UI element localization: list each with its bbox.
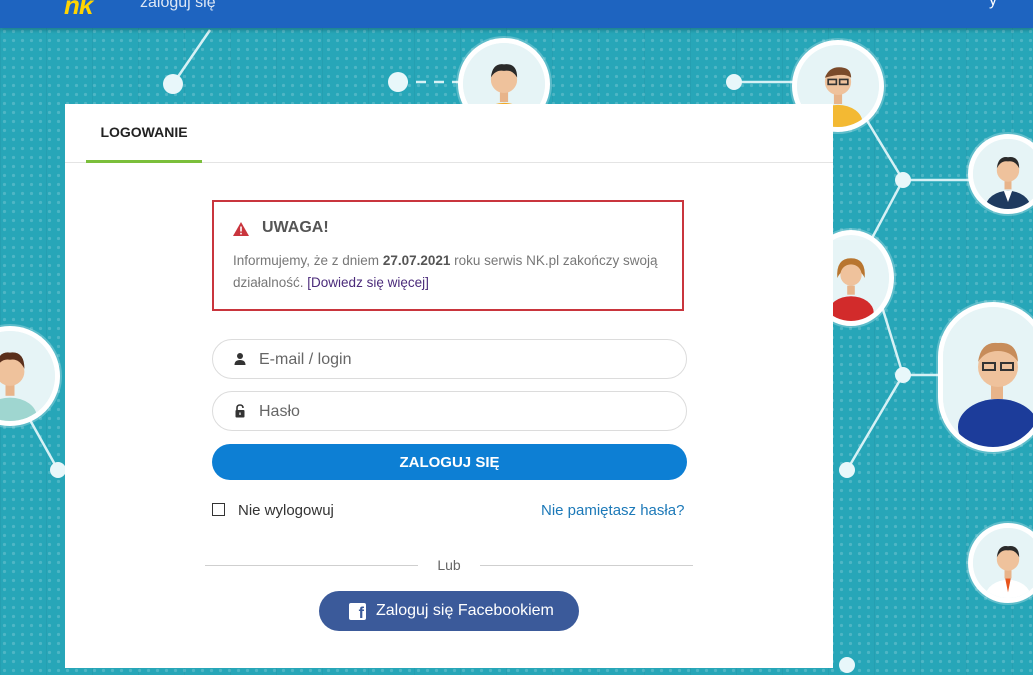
password-input[interactable] xyxy=(257,392,671,432)
divider-left xyxy=(205,565,418,566)
login-button[interactable]: ZALOGUJ SIĘ xyxy=(212,444,687,480)
facebook-login-button[interactable]: f Zaloguj się Facebookiem xyxy=(319,591,579,631)
alert-text-start: Informujemy, że z dniem xyxy=(233,253,383,268)
email-field[interactable] xyxy=(212,339,687,380)
person-avatar-icon xyxy=(938,302,1033,452)
forgot-password-link[interactable]: Nie pamiętasz hasła? xyxy=(541,502,684,519)
nk-logo[interactable]: nk xyxy=(64,0,93,21)
or-separator: Lub xyxy=(437,557,461,573)
lock-icon xyxy=(235,404,245,418)
remember-label[interactable]: Nie wylogowuj xyxy=(238,502,334,519)
warning-triangle-icon xyxy=(233,222,249,236)
login-panel: LOGOWANIE UWAGA! Informujemy, że z dniem… xyxy=(65,104,833,668)
top-navigation-bar: nk zaloguj się y xyxy=(0,0,1033,28)
topbar-right-text[interactable]: y xyxy=(989,0,997,10)
email-input[interactable] xyxy=(257,340,671,380)
facebook-icon: f xyxy=(349,603,366,622)
tab-bar: LOGOWANIE xyxy=(65,104,833,163)
password-field[interactable] xyxy=(212,391,687,432)
alert-message: Informujemy, że z dniem 27.07.2021 roku … xyxy=(233,250,663,294)
tab-logowanie[interactable]: LOGOWANIE xyxy=(86,104,202,163)
user-icon xyxy=(234,353,246,365)
divider-right xyxy=(480,565,693,566)
remember-checkbox[interactable] xyxy=(212,503,225,516)
alert-date: 27.07.2021 xyxy=(382,253,451,268)
facebook-button-label: Zaloguj się Facebookiem xyxy=(376,602,554,619)
warning-alert: UWAGA! Informujemy, że z dniem 27.07.202… xyxy=(212,200,684,311)
alert-title: UWAGA! xyxy=(262,219,329,236)
topbar-title: zaloguj się xyxy=(140,0,216,11)
learn-more-link[interactable]: [Dowiedz się więcej] xyxy=(307,275,429,290)
